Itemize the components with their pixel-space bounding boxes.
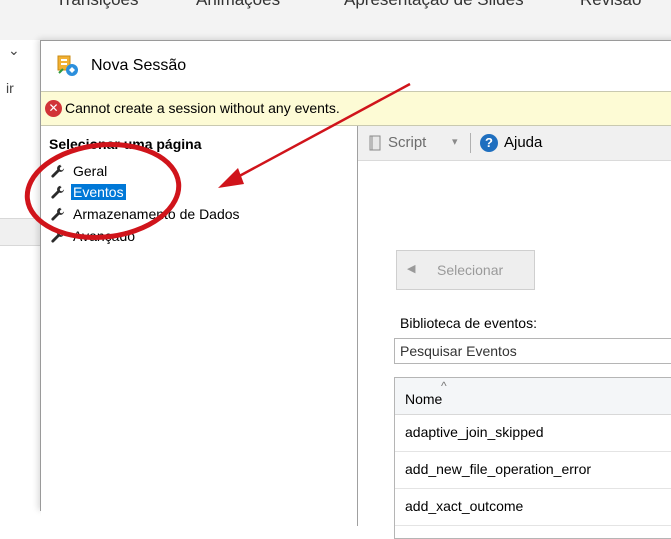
event-name: add_new_file_operation_error: [405, 461, 592, 477]
page-item-label: Avançado: [73, 228, 136, 244]
session-app-icon: [57, 55, 78, 76]
events-page-content: Script ▾ ? Ajuda ◀ Selecionar Biblioteca…: [358, 126, 671, 539]
page-item-label: Armazenamento de Dados: [73, 206, 240, 222]
wrench-icon: [51, 185, 65, 199]
chevron-down-icon: ⌄: [8, 42, 20, 58]
ribbon-tab-transicoes[interactable]: Transições: [56, 0, 139, 10]
background-band: [0, 218, 40, 246]
page-item-label: Eventos: [71, 184, 126, 200]
background-app-side: ⌄ ir: [0, 40, 40, 501]
page-item-armazenamento[interactable]: Armazenamento de Dados: [51, 204, 242, 224]
help-button[interactable]: Ajuda: [504, 134, 542, 151]
page-selector-panel: Selecionar uma página Geral Eventos Arma…: [41, 126, 358, 526]
column-header-nome[interactable]: ^ Nome: [395, 378, 671, 415]
script-icon: [369, 135, 381, 151]
list-item[interactable]: adaptive_join_skipped: [395, 415, 671, 452]
page-item-eventos[interactable]: Eventos: [51, 182, 126, 202]
chevron-down-icon[interactable]: ▾: [452, 135, 458, 148]
event-library-list[interactable]: ^ Nome adaptive_join_skipped add_new_fil…: [394, 377, 671, 539]
error-message: Cannot create a session without any even…: [65, 100, 340, 116]
page-item-geral[interactable]: Geral: [51, 161, 109, 181]
page-selector-header: Selecionar uma página: [49, 136, 202, 152]
ribbon-tab-animacoes[interactable]: Animações: [196, 0, 280, 10]
left-arrow-icon: ◀: [407, 263, 416, 275]
select-event-button[interactable]: ◀ Selecionar: [396, 250, 535, 290]
event-name: add_xact_outcome: [405, 498, 524, 514]
event-name: adaptive_join_skipped: [405, 424, 544, 440]
ribbon-tab-revisao[interactable]: Revisão: [580, 0, 641, 10]
page-item-avancado[interactable]: Avançado: [51, 226, 137, 246]
background-app-ribbon: Transições Animações Apresentação de Sli…: [0, 0, 671, 40]
script-button[interactable]: Script: [388, 134, 426, 151]
help-icon[interactable]: ?: [480, 134, 498, 152]
list-item[interactable]: additional_memory_grant: [395, 526, 671, 538]
dialog-title: Nova Sessão: [91, 57, 187, 74]
wrench-icon: [51, 229, 65, 243]
new-session-dialog: Nova Sessão ✕ Cannot create a session wi…: [40, 40, 671, 539]
ribbon-tab-apresentacao[interactable]: Apresentação de Slides: [344, 0, 524, 10]
column-header-label: Nome: [405, 391, 443, 407]
page-item-label: Geral: [73, 163, 108, 179]
background-text-fragment: ir: [6, 80, 14, 96]
event-name: additional_memory_grant: [405, 535, 563, 538]
wrench-icon: [51, 207, 65, 221]
event-library-label: Biblioteca de eventos:: [400, 315, 537, 331]
list-item[interactable]: add_xact_outcome: [395, 489, 671, 526]
select-button-label: Selecionar: [437, 262, 504, 278]
error-icon: ✕: [45, 100, 62, 117]
search-events-input[interactable]: [394, 338, 671, 364]
error-banner: ✕ Cannot create a session without any ev…: [41, 91, 671, 126]
wrench-icon: [51, 164, 65, 178]
toolbar-separator: [470, 133, 471, 153]
dialog-titlebar[interactable]: Nova Sessão: [41, 41, 671, 91]
dialog-toolbar: Script ▾ ? Ajuda: [358, 126, 671, 161]
list-item[interactable]: add_new_file_operation_error: [395, 452, 671, 489]
